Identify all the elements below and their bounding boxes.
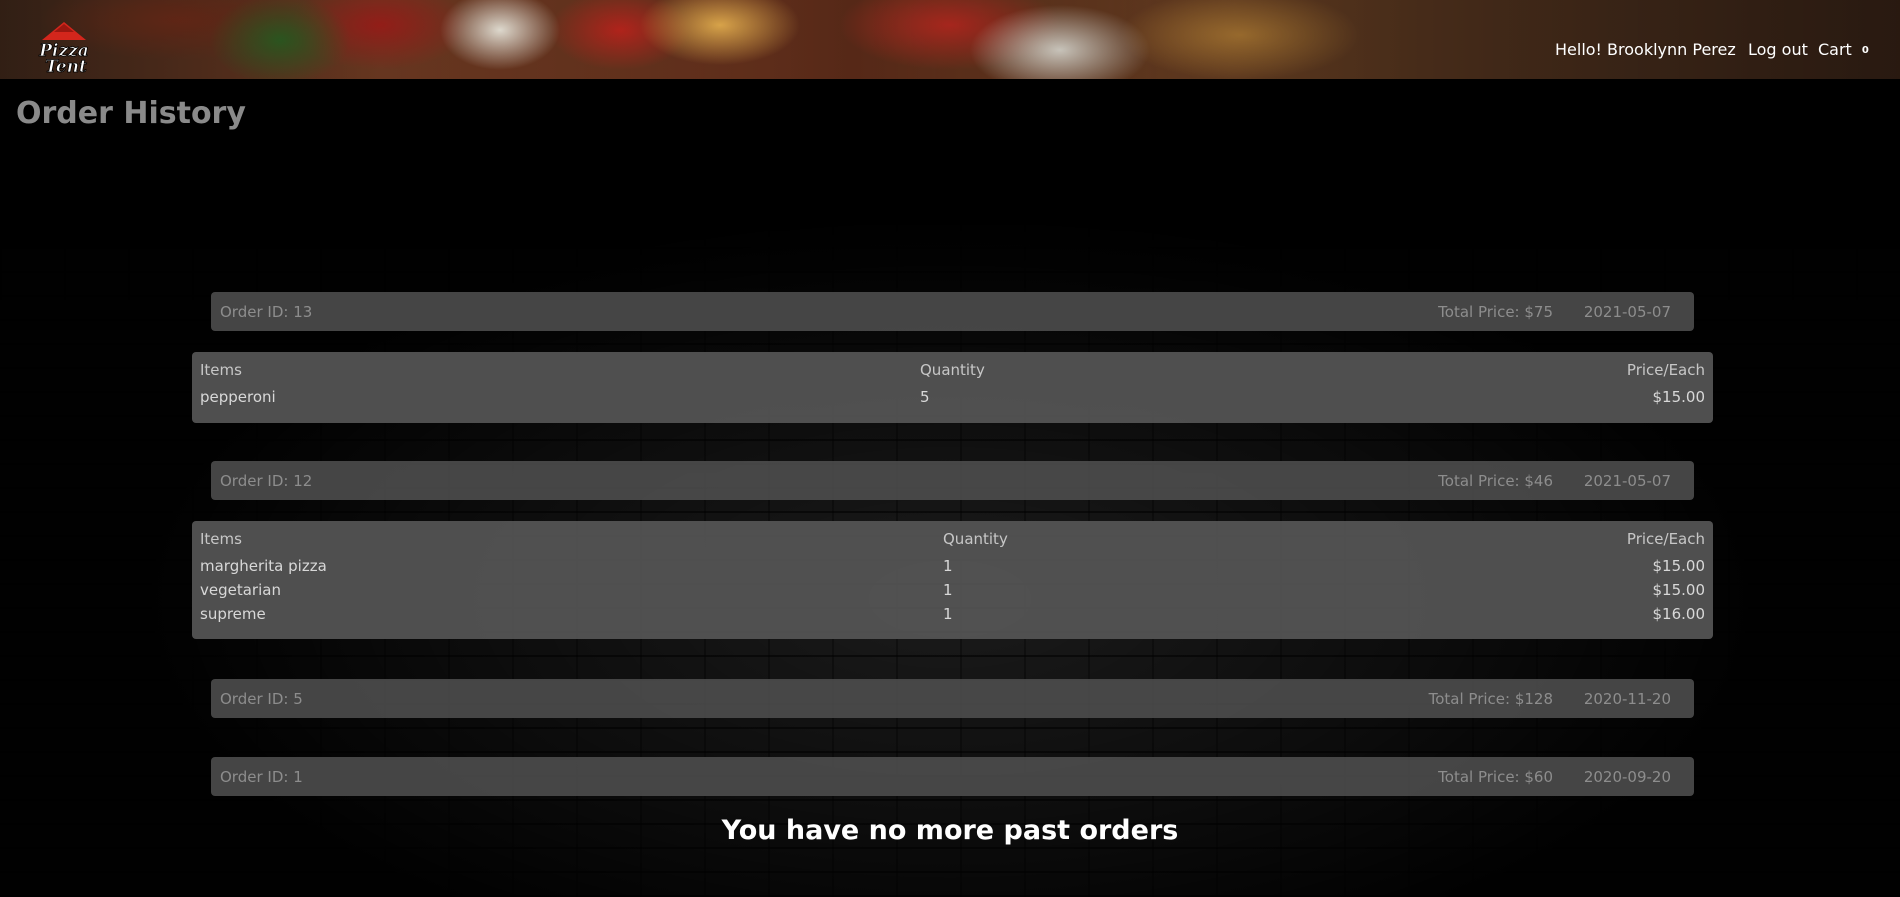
table-row: supreme 1 $16.00 [192, 601, 1713, 625]
order-summary-bar[interactable]: Order ID: 1 Total Price: $60 2020-09-20 [211, 757, 1694, 796]
item-price: $16.00 [1652, 605, 1706, 623]
order-id: Order ID: 13 [220, 303, 313, 321]
order-summary-bar[interactable]: Order ID: 12 Total Price: $46 2021-05-07 [211, 461, 1694, 500]
item-quantity: 1 [943, 581, 953, 599]
item-name: pepperoni [200, 388, 276, 406]
pizza-tent-logo[interactable]: Pizza Tent [32, 18, 96, 77]
order-date: 2021-05-07 [1583, 303, 1671, 321]
item-price: $15.00 [1652, 581, 1706, 599]
table-header-row: Items Quantity Price/Each [192, 521, 1713, 553]
user-greeting: Hello! Brooklynn Perez [1555, 40, 1736, 59]
item-name: supreme [200, 605, 266, 623]
cart-link[interactable]: Cart 0 [1818, 40, 1869, 59]
item-quantity: 5 [920, 388, 930, 406]
order-total-price: Total Price: $60 [1438, 768, 1553, 786]
column-header-quantity: Quantity [943, 530, 1008, 548]
order-date: 2020-11-20 [1583, 690, 1671, 708]
page-title: Order History [16, 96, 246, 131]
logout-link[interactable]: Log out [1748, 40, 1808, 59]
order-id: Order ID: 1 [220, 768, 303, 786]
order-id: Order ID: 5 [220, 690, 303, 708]
order-total-price: Total Price: $128 [1428, 690, 1553, 708]
item-price: $15.00 [1652, 557, 1706, 575]
column-header-items: Items [200, 361, 242, 379]
item-name: vegetarian [200, 581, 281, 599]
column-header-price: Price/Each [1626, 530, 1705, 548]
order-details-table: Items Quantity Price/Each margherita piz… [192, 521, 1713, 639]
order-summary-bar[interactable]: Order ID: 5 Total Price: $128 2020-11-20 [211, 679, 1694, 718]
order-date: 2020-09-20 [1583, 768, 1671, 786]
column-header-quantity: Quantity [920, 361, 985, 379]
column-header-price: Price/Each [1626, 361, 1705, 379]
order-total-price: Total Price: $46 [1438, 472, 1553, 490]
svg-text:Tent: Tent [45, 57, 87, 76]
cart-count-badge: 0 [1861, 45, 1869, 56]
cart-label: Cart [1818, 40, 1852, 59]
order-summary-bar[interactable]: Order ID: 13 Total Price: $75 2021-05-07 [211, 292, 1694, 331]
table-row: margherita pizza 1 $15.00 [192, 553, 1713, 577]
column-header-items: Items [200, 530, 242, 548]
item-quantity: 1 [943, 557, 953, 575]
item-name: margherita pizza [200, 557, 327, 575]
item-quantity: 1 [943, 605, 953, 623]
table-row: pepperoni 5 $15.00 [192, 384, 1713, 408]
order-total-price: Total Price: $75 [1438, 303, 1553, 321]
order-date: 2021-05-07 [1583, 472, 1671, 490]
no-more-orders-message: You have no more past orders [721, 815, 1179, 846]
order-details-table: Items Quantity Price/Each pepperoni 5 $1… [192, 352, 1713, 423]
table-header-row: Items Quantity Price/Each [192, 352, 1713, 384]
table-row: vegetarian 1 $15.00 [192, 577, 1713, 601]
order-id: Order ID: 12 [220, 472, 313, 490]
item-price: $15.00 [1652, 388, 1706, 406]
